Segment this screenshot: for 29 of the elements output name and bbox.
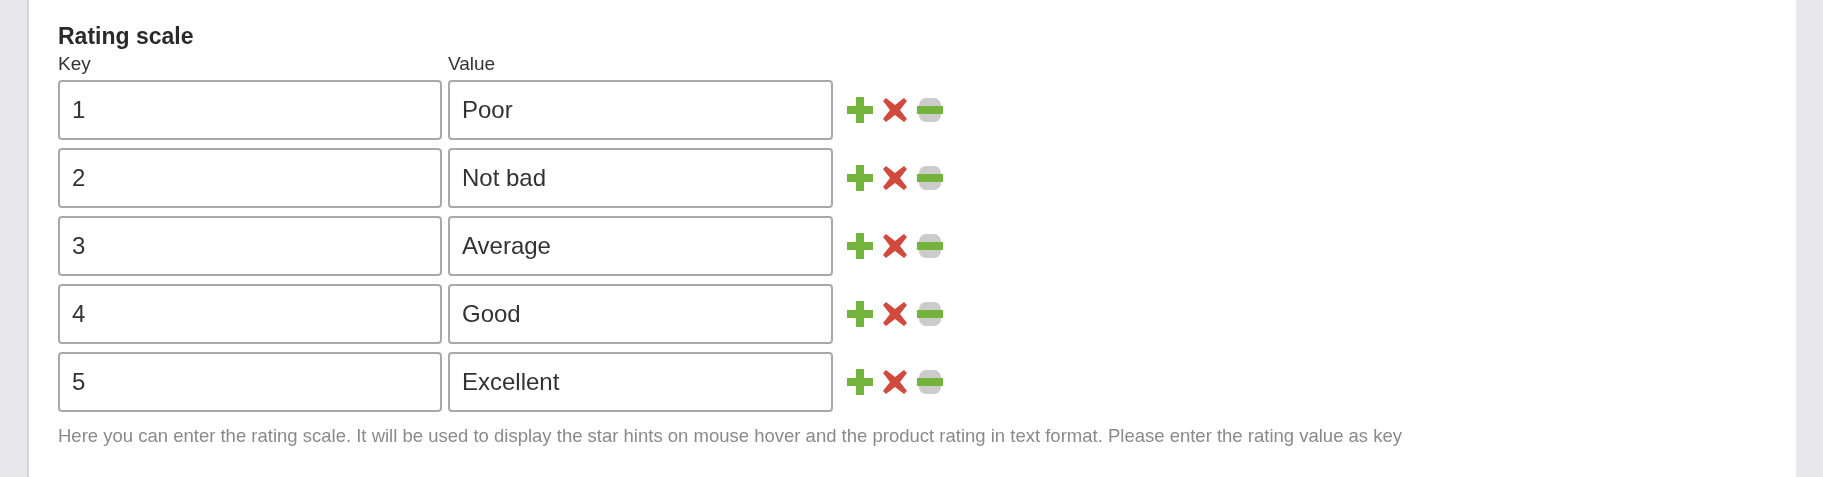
key-field[interactable]: 4 bbox=[58, 284, 442, 344]
delete-icon[interactable] bbox=[883, 98, 907, 122]
delete-icon[interactable] bbox=[883, 370, 907, 394]
value-field[interactable]: Poor bbox=[448, 80, 833, 140]
remove-icon[interactable] bbox=[917, 166, 943, 190]
column-header: Value bbox=[448, 52, 496, 76]
help-text: Here you can enter the rating scale. It will be used to display the star hints on mouse hover and the product rating in text format. Please enter the rating value as key bbox=[58, 424, 1404, 448]
delete-icon[interactable] bbox=[883, 234, 907, 258]
key-field[interactable]: 2 bbox=[58, 148, 442, 208]
key-field[interactable]: 1 bbox=[58, 80, 442, 140]
add-icon[interactable] bbox=[847, 165, 873, 191]
value-field[interactable]: Excellent bbox=[448, 352, 833, 412]
section-title: Rating scale bbox=[58, 22, 195, 51]
remove-icon[interactable] bbox=[917, 370, 943, 394]
key-field[interactable]: 5 bbox=[58, 352, 442, 412]
value-field[interactable]: Good bbox=[448, 284, 833, 344]
add-icon[interactable] bbox=[847, 97, 873, 123]
add-icon[interactable] bbox=[847, 369, 873, 395]
add-icon[interactable] bbox=[847, 233, 873, 259]
remove-icon[interactable] bbox=[917, 302, 943, 326]
remove-icon[interactable] bbox=[917, 234, 943, 258]
key-field[interactable]: 3 bbox=[58, 216, 442, 276]
value-field[interactable]: Not bad bbox=[448, 148, 833, 208]
column-header: Key bbox=[58, 52, 92, 76]
value-field[interactable]: Average bbox=[448, 216, 833, 276]
add-icon[interactable] bbox=[847, 301, 873, 327]
delete-icon[interactable] bbox=[883, 302, 907, 326]
remove-icon[interactable] bbox=[917, 98, 943, 122]
delete-icon[interactable] bbox=[883, 166, 907, 190]
